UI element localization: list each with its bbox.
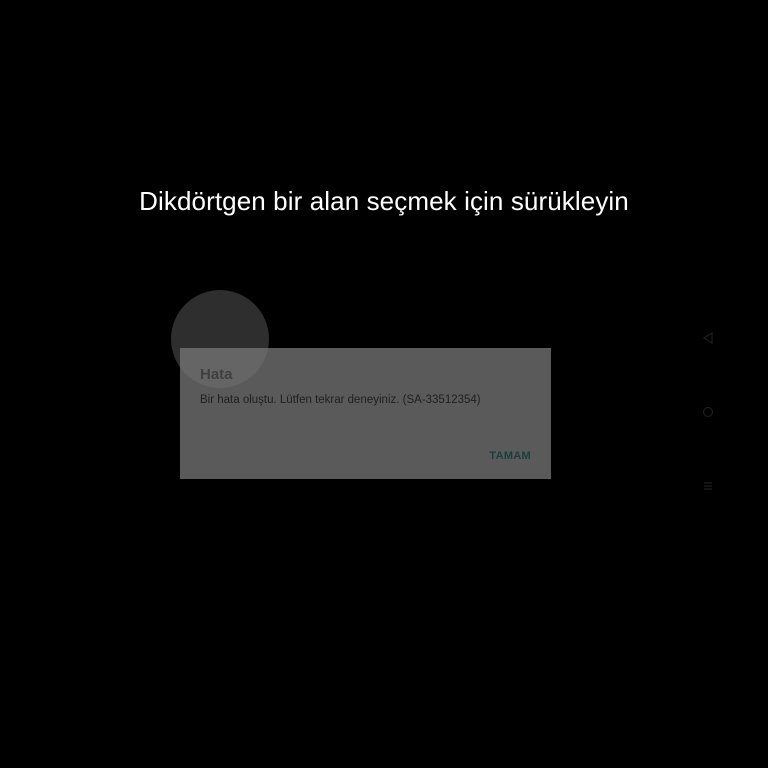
navigation-bar — [696, 320, 720, 500]
back-triangle-icon — [702, 332, 713, 344]
touch-indicator — [171, 290, 269, 388]
back-button[interactable] — [696, 326, 720, 350]
home-button[interactable] — [696, 400, 720, 424]
screen: Dikdörtgen bir alan seçmek için sürükley… — [0, 0, 768, 768]
recents-menu-icon — [704, 482, 712, 490]
recents-button[interactable] — [696, 474, 720, 498]
dialog-message: Bir hata oluştu. Lütfen tekrar deneyiniz… — [200, 394, 481, 406]
ok-button[interactable]: TAMAM — [489, 448, 531, 464]
selection-instruction-text: Dikdörtgen bir alan seçmek için sürükley… — [139, 186, 629, 216]
home-circle-icon — [702, 406, 714, 418]
